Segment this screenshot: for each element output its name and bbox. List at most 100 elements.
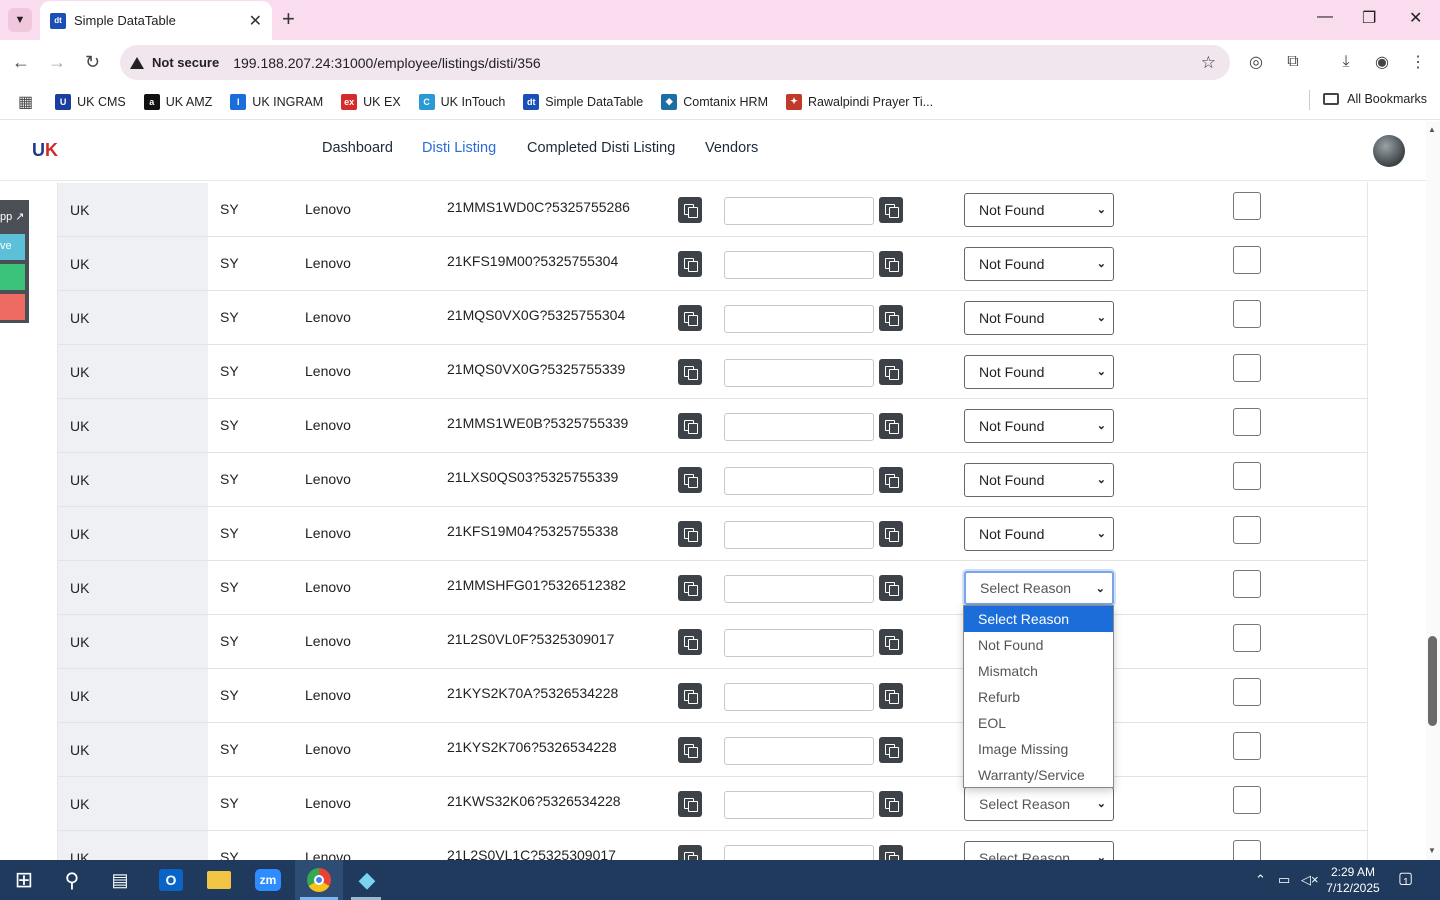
browser-tab[interactable]: dt Simple DataTable ✕	[40, 1, 272, 40]
window-close-icon[interactable]: ✕	[1409, 8, 1422, 28]
tray-chevron-up-icon[interactable]: ⌃	[1255, 872, 1266, 888]
paste-button[interactable]	[879, 575, 903, 601]
row-checkbox[interactable]	[1233, 516, 1261, 544]
forward-arrow-icon[interactable]: →	[48, 52, 66, 73]
bookmark-item[interactable]: a UK AMZ	[143, 93, 212, 110]
paste-button[interactable]	[879, 683, 903, 709]
copy-sku-button[interactable]	[678, 683, 702, 709]
reason-select[interactable]: Select Reason ⌄	[964, 841, 1114, 860]
nav-dashboard[interactable]: Dashboard	[322, 140, 393, 156]
new-tab-plus-icon[interactable]: +	[282, 8, 295, 30]
security-indicator[interactable]: Not secure	[130, 55, 219, 70]
copy-sku-button[interactable]	[678, 359, 702, 385]
bookmark-item[interactable]: C UK InTouch	[418, 93, 505, 110]
scroll-up-arrow-icon[interactable]: ▲	[1428, 125, 1436, 134]
row-checkbox[interactable]	[1233, 462, 1261, 490]
reason-option[interactable]: Select Reason	[964, 606, 1113, 632]
reason-select[interactable]: Not Found ⌄	[964, 463, 1114, 497]
file-explorer-icon[interactable]	[205, 866, 233, 894]
copy-sku-button[interactable]	[678, 197, 702, 223]
download-icon[interactable]: ⤓	[1336, 52, 1356, 72]
copy-sku-button[interactable]	[678, 575, 702, 601]
bookmark-item[interactable]: ◆ Comtanix HRM	[661, 93, 768, 110]
row-checkbox[interactable]	[1233, 678, 1261, 706]
user-avatar[interactable]	[1373, 135, 1405, 167]
nav-disti-listing[interactable]: Disti Listing	[422, 140, 496, 156]
value-input[interactable]	[724, 575, 874, 603]
search-icon[interactable]: ⚲	[58, 866, 86, 894]
zoom-icon[interactable]: zm	[254, 866, 282, 894]
bookmark-item[interactable]: U UK CMS	[55, 93, 126, 110]
bookmark-item[interactable]: dt Simple DataTable	[523, 93, 643, 110]
notification-icon[interactable]: ▢1	[1398, 868, 1419, 888]
copy-sku-button[interactable]	[678, 521, 702, 547]
reason-dropdown-list[interactable]: Select Reason Not Found Mismatch Refurb EOL I…	[963, 605, 1114, 788]
more-menu-icon[interactable]: ⋮	[1408, 52, 1428, 72]
row-checkbox[interactable]	[1233, 192, 1261, 220]
reason-option[interactable]: Refurb	[964, 684, 1113, 710]
row-checkbox[interactable]	[1233, 840, 1261, 860]
value-input[interactable]	[724, 251, 874, 279]
reason-select[interactable]: Not Found ⌄	[964, 517, 1114, 551]
row-checkbox[interactable]	[1233, 786, 1261, 814]
paste-button[interactable]	[879, 359, 903, 385]
side-widget-red-button[interactable]	[0, 294, 25, 320]
paste-button[interactable]	[879, 629, 903, 655]
row-checkbox[interactable]	[1233, 300, 1261, 328]
reason-select[interactable]: Select Reason ⌄	[964, 787, 1114, 821]
all-bookmarks-button[interactable]: All Bookmarks	[1323, 92, 1427, 106]
paste-button[interactable]	[879, 791, 903, 817]
value-input[interactable]	[724, 413, 874, 441]
bookmark-item[interactable]: ex UK EX	[341, 93, 401, 110]
copy-sku-button[interactable]	[678, 413, 702, 439]
value-input[interactable]	[724, 305, 874, 333]
tab-search-chevron-down-icon[interactable]: ▼	[8, 8, 32, 32]
volume-muted-icon[interactable]: ◁×	[1301, 872, 1319, 888]
value-input[interactable]	[724, 791, 874, 819]
network-icon[interactable]: ▭	[1278, 872, 1290, 888]
paste-button[interactable]	[879, 305, 903, 331]
value-input[interactable]	[724, 521, 874, 549]
copy-sku-button[interactable]	[678, 629, 702, 655]
apps-grid-icon[interactable]: ▦	[18, 92, 33, 112]
app-diamond-icon[interactable]: ◆	[353, 866, 381, 894]
reason-select[interactable]: Not Found ⌄	[964, 301, 1114, 335]
reason-select[interactable]: Not Found ⌄	[964, 247, 1114, 281]
scroll-down-arrow-icon[interactable]: ▼	[1428, 846, 1436, 855]
value-input[interactable]	[724, 845, 874, 860]
value-input[interactable]	[724, 737, 874, 765]
uk-logo[interactable]: UK	[32, 140, 58, 161]
reason-select[interactable]: Not Found ⌄	[964, 355, 1114, 389]
reason-option[interactable]: EOL	[964, 710, 1113, 736]
side-widget-open-button[interactable]: pp ↗	[0, 204, 25, 230]
row-checkbox[interactable]	[1233, 624, 1261, 652]
reason-option[interactable]: Mismatch	[964, 658, 1113, 684]
bookmark-item[interactable]: ✦ Rawalpindi Prayer Ti...	[786, 93, 933, 110]
paste-button[interactable]	[879, 413, 903, 439]
extensions-puzzle-icon[interactable]: ⧉	[1283, 52, 1303, 72]
copy-sku-button[interactable]	[678, 305, 702, 331]
value-input[interactable]	[724, 629, 874, 657]
value-input[interactable]	[724, 683, 874, 711]
copy-sku-button[interactable]	[678, 845, 702, 860]
reason-option[interactable]: Warranty/Service	[964, 762, 1113, 788]
reason-select[interactable]: Not Found ⌄	[964, 409, 1114, 443]
side-widget-save-button[interactable]: ve	[0, 234, 25, 260]
chrome-icon[interactable]	[305, 866, 333, 894]
paste-button[interactable]	[879, 197, 903, 223]
nav-vendors[interactable]: Vendors	[705, 140, 758, 156]
reason-option[interactable]: Not Found	[964, 632, 1113, 658]
bookmark-star-icon[interactable]: ☆	[1201, 53, 1216, 73]
paste-button[interactable]	[879, 845, 903, 860]
restore-icon[interactable]: ❐	[1362, 8, 1376, 28]
page-scrollbar[interactable]	[1426, 121, 1440, 860]
row-checkbox[interactable]	[1233, 570, 1261, 598]
copy-sku-button[interactable]	[678, 791, 702, 817]
row-checkbox[interactable]	[1233, 732, 1261, 760]
copy-sku-button[interactable]	[678, 467, 702, 493]
taskbar-clock[interactable]: 2:29 AM 7/12/2025	[1320, 864, 1386, 896]
paste-button[interactable]	[879, 521, 903, 547]
paste-button[interactable]	[879, 737, 903, 763]
minimize-icon[interactable]: —	[1317, 8, 1333, 26]
value-input[interactable]	[724, 197, 874, 225]
